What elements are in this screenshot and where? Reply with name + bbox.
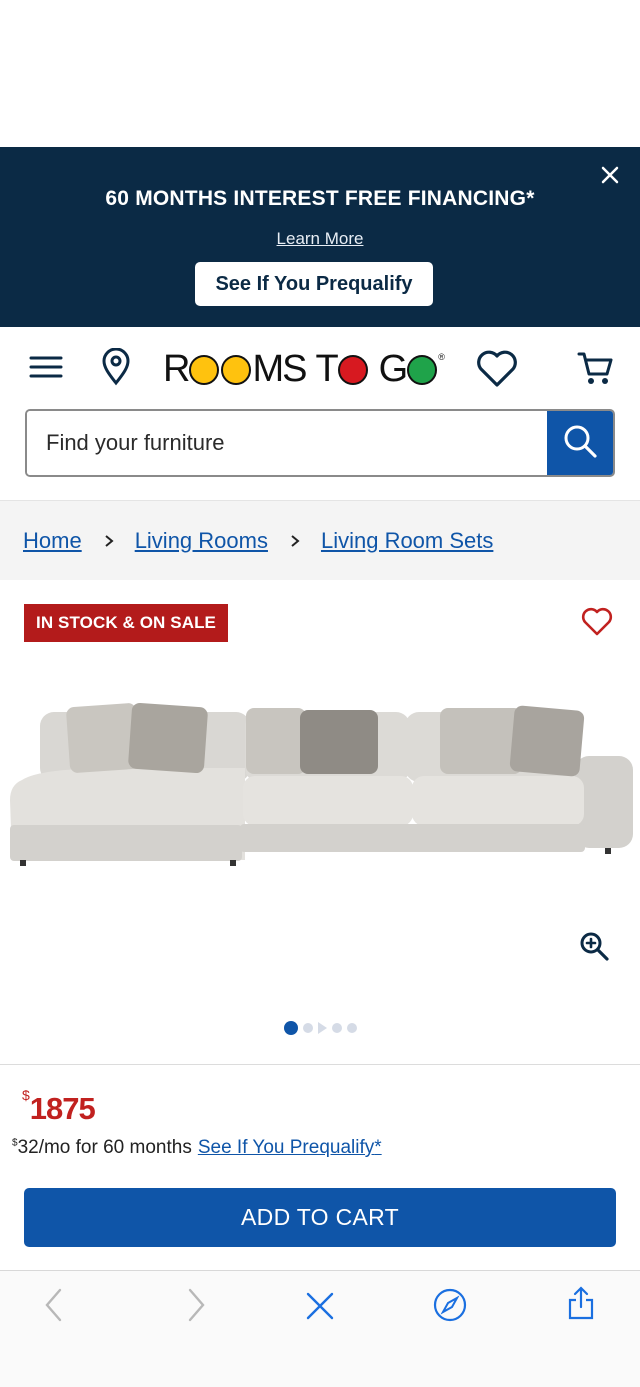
product-image[interactable]: [0, 690, 640, 880]
product-price: $1875: [22, 1086, 96, 1126]
favorite-heart-icon[interactable]: [580, 606, 614, 643]
gallery-dot[interactable]: [302, 1023, 313, 1033]
prequalify-link[interactable]: See If You Prequalify*: [198, 1137, 382, 1158]
compass-icon[interactable]: [432, 1287, 468, 1328]
heart-icon[interactable]: [475, 349, 519, 394]
browser-toolbar: [0, 1270, 640, 1387]
forward-icon[interactable]: [184, 1287, 208, 1328]
zoom-in-icon[interactable]: [578, 930, 610, 967]
breadcrumb: Home Living Rooms Living Room Sets: [0, 501, 640, 580]
breadcrumb-living-rooms[interactable]: Living Rooms: [135, 528, 268, 554]
prequalify-button[interactable]: See If You Prequalify: [195, 262, 433, 306]
gallery-dot[interactable]: [331, 1023, 342, 1033]
financing-info: $32/mo for 60 months See If You Prequalif…: [12, 1137, 382, 1158]
divider: [0, 1064, 640, 1065]
chevron-right-icon: [290, 528, 300, 554]
search-button[interactable]: [547, 411, 613, 475]
add-to-cart-button[interactable]: ADD TO CART: [24, 1188, 616, 1247]
chevron-right-icon: [104, 528, 114, 554]
back-icon[interactable]: [42, 1287, 66, 1328]
status-badge: IN STOCK & ON SALE: [24, 604, 229, 642]
banner-title: 60 MONTHS INTEREST FREE FINANCING*: [105, 187, 535, 210]
cart-icon[interactable]: [576, 349, 614, 392]
financing-banner: 60 MONTHS INTEREST FREE FINANCING* Learn…: [0, 147, 640, 327]
gallery-pagination: [0, 1020, 640, 1036]
search-icon: [562, 423, 598, 464]
search-input[interactable]: [27, 411, 549, 475]
breadcrumb-home[interactable]: Home: [23, 528, 82, 554]
status-area: [0, 0, 640, 147]
menu-icon[interactable]: [29, 354, 63, 385]
learn-more-link[interactable]: Learn More: [0, 229, 640, 249]
search-bar: [25, 409, 615, 477]
location-pin-icon[interactable]: [101, 347, 131, 391]
close-icon[interactable]: [598, 163, 622, 187]
gallery-dot[interactable]: [283, 1021, 298, 1035]
gallery-dot[interactable]: [346, 1023, 357, 1033]
rooms-to-go-logo[interactable]: R MS T G ®: [163, 347, 445, 391]
video-play-icon[interactable]: [317, 1022, 327, 1034]
close-icon[interactable]: [304, 1290, 336, 1327]
breadcrumb-living-room-sets[interactable]: Living Room Sets: [321, 528, 493, 554]
site-header: R MS T G ®: [0, 327, 640, 501]
share-icon[interactable]: [566, 1285, 596, 1326]
